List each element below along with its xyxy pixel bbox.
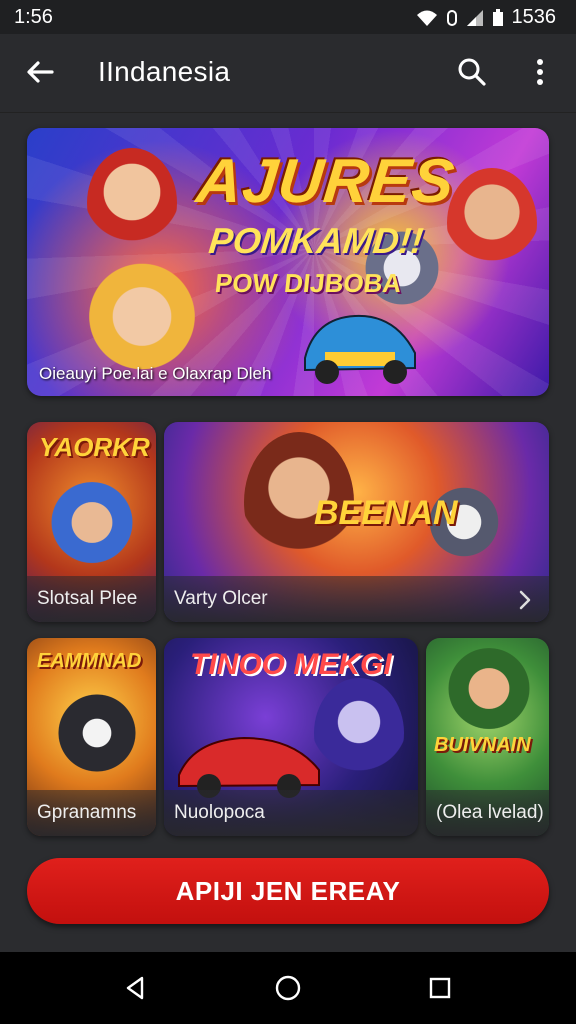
more-vert-icon[interactable] — [526, 54, 554, 90]
battery-icon — [492, 8, 503, 26]
game-tile[interactable]: BEENAN Varty Olcer — [164, 422, 549, 622]
status-battery-text: 1536 — [511, 6, 557, 28]
nav-back-icon[interactable] — [122, 974, 150, 1002]
tile-banner: BUIVNAIN — [434, 734, 531, 756]
game-tile[interactable]: BUIVNAIN (Olea lvelad) — [426, 638, 549, 836]
game-tile[interactable]: TINOO MEKGI Nuolopoca — [164, 638, 418, 836]
page-title: IIndanesia — [98, 56, 231, 87]
nav-home-icon[interactable] — [274, 974, 302, 1002]
hero-title: AJURES — [193, 147, 459, 216]
tile-character — [47, 482, 137, 572]
hero-subtitle-2: POW DIJBOBA — [213, 268, 403, 298]
back-arrow-icon[interactable] — [22, 54, 58, 90]
tile-banner: BEENAN — [314, 494, 458, 532]
status-bar: 1:56 1536 — [0, 0, 576, 34]
tile-car-image — [178, 736, 320, 798]
tile-banner: TINOO MEKGI — [190, 648, 392, 681]
wifi-icon — [416, 10, 437, 26]
tile-character — [52, 688, 142, 778]
chevron-right-icon[interactable] — [513, 588, 537, 612]
tile-banner: EAMMNAD — [37, 650, 142, 672]
hero-caption: Oieauyi Poe.lai e Olaxrap Dleh — [39, 364, 272, 383]
hero-character-right — [447, 168, 537, 278]
data-icon — [446, 9, 457, 26]
hero-car-image — [304, 314, 416, 384]
tile-label: Nuolopoca — [174, 802, 265, 823]
tile-label: (Olea lvelad) — [436, 802, 544, 823]
tile-character — [444, 648, 534, 738]
hero-subtitle: POMKAMD!! — [206, 220, 426, 261]
tile-label: Gpranamns — [37, 802, 137, 823]
hero-character-left — [87, 148, 177, 258]
signal-icon — [466, 9, 483, 26]
app-bar: IIndanesia — [0, 34, 576, 113]
search-icon[interactable] — [454, 54, 490, 90]
tile-label: Slotsal Plee — [37, 588, 138, 609]
tile-label: Varty Olcer — [174, 588, 268, 609]
game-tile[interactable]: YAORKR Slotsal Plee — [27, 422, 156, 622]
status-icons: 1536 — [416, 6, 557, 29]
tile-character — [314, 678, 404, 788]
game-tile[interactable]: EAMMNAD Gpranamns — [27, 638, 156, 836]
tile-banner: YAORKR — [39, 432, 150, 462]
primary-cta-button[interactable]: APIJI JEN EREAY — [27, 858, 549, 924]
status-time: 1:56 — [14, 6, 53, 28]
hero-banner[interactable]: AJURES POMKAMD!! POW DIJBOBA Oieauyi Poe… — [27, 128, 549, 396]
nav-recents-icon[interactable] — [428, 976, 452, 1000]
